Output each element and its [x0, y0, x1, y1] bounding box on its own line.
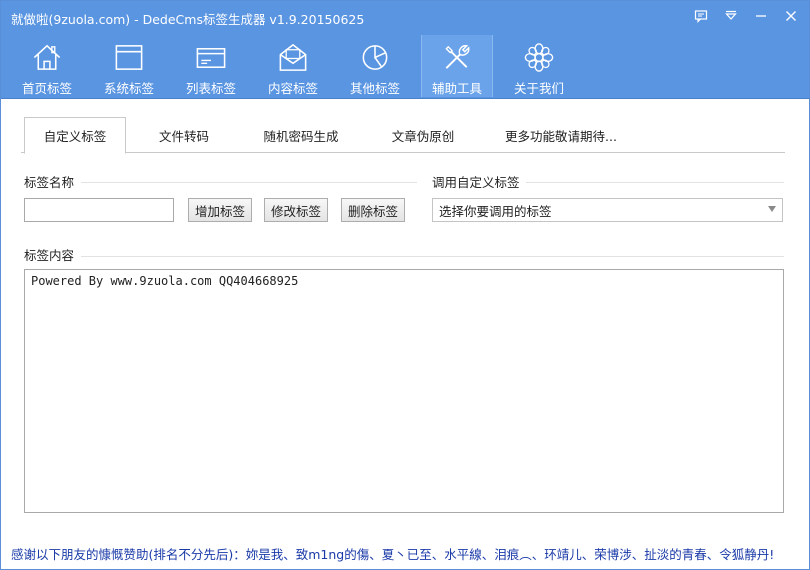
chat-icon	[694, 10, 708, 23]
toolbar-item-label: 关于我们	[513, 81, 564, 96]
tab-random-password[interactable]: 随机密码生成	[251, 117, 351, 153]
toolbar-item-label: 内容标签	[267, 81, 318, 96]
chevron-down-icon	[768, 206, 776, 212]
window-controls	[689, 5, 803, 27]
toolbar-item-content[interactable]: 内容标签	[257, 35, 329, 97]
tab-more-features[interactable]: 更多功能敬请期待...	[491, 117, 631, 153]
tools-icon	[445, 45, 470, 69]
toolbar-item-other[interactable]: 其他标签	[339, 35, 411, 97]
select-value: 选择你要调用的标签	[439, 203, 552, 219]
edit-tag-button[interactable]: 修改标签	[264, 198, 328, 222]
sponsor-thanks-text: 感谢以下朋友的慷慨赞助(排名不分先后)：妳是我、致m1ng的傷、夏丶已至、水平線…	[11, 547, 775, 562]
toolbar-item-label: 列表标签	[185, 81, 236, 96]
close-button[interactable]	[779, 5, 803, 27]
toolbar-item-home[interactable]: 首页标签	[11, 35, 83, 97]
divider	[526, 182, 784, 183]
flower-icon	[524, 43, 554, 72]
toolbar-item-about[interactable]: 关于我们	[503, 35, 575, 97]
custom-tag-select[interactable]: 选择你要调用的标签	[432, 198, 783, 222]
dropdown-menu-icon	[725, 10, 737, 20]
toolbar-item-label: 其他标签	[349, 81, 400, 96]
minimize-icon	[756, 15, 766, 17]
tag-name-label: 标签名称	[24, 175, 75, 190]
tab-file-transcode[interactable]: 文件转码	[139, 117, 229, 153]
toolbar-item-list[interactable]: 列表标签	[175, 35, 247, 97]
tag-content-label: 标签内容	[24, 248, 75, 263]
close-icon	[786, 11, 796, 21]
card-icon	[196, 47, 226, 68]
call-custom-tag-label: 调用自定义标签	[432, 175, 520, 190]
feedback-button[interactable]	[689, 5, 713, 27]
minimize-button[interactable]	[749, 5, 773, 27]
toolbar-item-label: 首页标签	[21, 81, 72, 96]
add-tag-button[interactable]: 增加标签	[188, 198, 252, 222]
main-toolbar: 首页标签 系统标签 列表标签 内容标签 其他标签 辅助工具 关于我们	[1, 33, 809, 99]
tag-name-input[interactable]	[24, 198, 174, 222]
toolbar-item-tools[interactable]: 辅助工具	[421, 35, 493, 97]
divider	[81, 182, 417, 183]
menu-button[interactable]	[719, 5, 743, 27]
app-window: 就做啦(9zuola.com) - DedeCms标签生成器 v1.9.2015…	[0, 0, 810, 570]
toolbar-item-system[interactable]: 系统标签	[93, 35, 165, 97]
home-icon	[33, 44, 61, 70]
tool-tabs: 自定义标签 文件转码 随机密码生成 文章伪原创 更多功能敬请期待...	[21, 117, 785, 154]
envelope-icon	[279, 43, 307, 71]
tag-content-textarea[interactable]: Powered By www.9zuola.com QQ404668925	[24, 269, 784, 513]
tab-article-rewrite[interactable]: 文章伪原创	[377, 117, 469, 153]
toolbar-item-label: 系统标签	[103, 81, 154, 96]
window-title: 就做啦(9zuola.com) - DedeCms标签生成器 v1.9.2015…	[11, 12, 365, 27]
delete-tag-button[interactable]: 删除标签	[341, 198, 405, 222]
window-icon	[115, 45, 143, 70]
toolbar-item-label: 辅助工具	[431, 81, 482, 96]
tab-custom-tag[interactable]: 自定义标签	[24, 117, 126, 154]
divider	[81, 256, 784, 257]
title-bar[interactable]: 就做啦(9zuola.com) - DedeCms标签生成器 v1.9.2015…	[1, 1, 809, 33]
pie-chart-icon	[362, 45, 388, 70]
